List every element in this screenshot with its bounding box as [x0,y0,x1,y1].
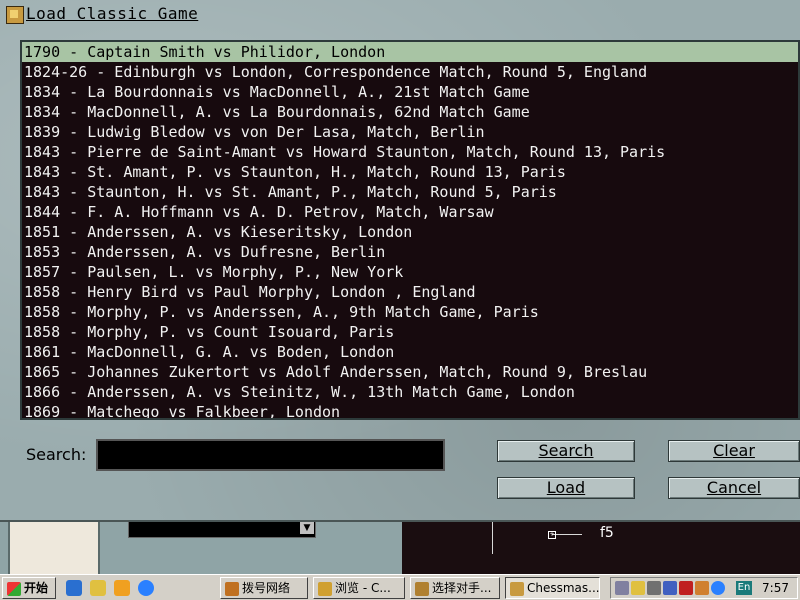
network-icon [225,581,239,596]
list-item[interactable]: 1869 - Matchego vs Falkbeer, London [22,402,798,418]
task-browse[interactable]: 浏览 - C... [313,577,405,599]
list-item[interactable]: 1844 - F. A. Hoffmann vs A. D. Petrov, M… [22,202,798,222]
arrow-icon[interactable] [663,581,677,595]
dialog-title: Load Classic Game [26,4,199,23]
search-button-label: Search [538,441,594,460]
start-label: 开始 [24,581,49,595]
folder-icon [318,581,332,596]
list-item[interactable]: 1858 - Morphy, P. vs Anderssen, A., 9th … [22,302,798,322]
list-item[interactable]: 1853 - Anderssen, A. vs Dufresne, Berlin [22,242,798,262]
tree-node-icon[interactable]: + [548,531,556,539]
list-item[interactable]: 1858 - Morphy, P. vs Count Isouard, Pari… [22,322,798,342]
list-item[interactable]: 1790 - Captain Smith vs Philidor, London [22,42,798,62]
list-item[interactable]: 1839 - Ludwig Bledow vs von Der Lasa, Ma… [22,122,798,142]
search-label: Search: [26,445,87,464]
chess-icon [510,581,524,596]
eye-icon[interactable] [138,580,154,596]
list-item[interactable]: 1834 - La Bourdonnais vs MacDonnell, A.,… [22,82,798,102]
list-item[interactable]: 1858 - Henry Bird vs Paul Morphy, London… [22,282,798,302]
task-label: 拨号网络 [242,581,291,595]
tree-line [552,534,582,535]
list-item[interactable]: 1824-26 - Edinburgh vs London, Correspon… [22,62,798,82]
system-tray: En 7:57 [610,577,798,599]
cancel-button[interactable]: Cancel [668,477,800,499]
background-left-panel [8,520,100,578]
language-indicator[interactable]: En [736,581,752,595]
search-input[interactable] [96,439,445,471]
list-item[interactable]: 1861 - MacDonnell, G. A. vs Boden, Londo… [22,342,798,362]
chess-icon [415,581,429,596]
task-label: 选择对手... [432,581,492,595]
list-item[interactable]: 1834 - MacDonnell, A. vs La Bourdonnais,… [22,102,798,122]
network-status-icon[interactable] [615,581,629,595]
pencil-icon[interactable] [631,581,645,595]
tool-icon[interactable] [695,581,709,595]
load-classic-game-dialog: Load Classic Game 1790 - Captain Smith v… [0,0,800,522]
search-button[interactable]: Search [497,440,635,462]
clear-button[interactable]: Clear [668,440,800,462]
windows-logo-icon [7,581,21,596]
lightning-icon[interactable] [114,580,130,596]
list-item[interactable]: 1843 - Staunton, H. vs St. Amant, P., Ma… [22,182,798,202]
notepad-icon[interactable] [90,580,106,596]
chevron-down-icon[interactable]: ▼ [300,522,314,534]
list-item[interactable]: 1866 - Anderssen, A. vs Steinitz, W., 13… [22,382,798,402]
load-button[interactable]: Load [497,477,635,499]
app-icon [6,6,24,24]
list-item[interactable]: 1843 - St. Amant, P. vs Staunton, H., Ma… [22,162,798,182]
taskbar: 开始 拨号网络 浏览 - C... 选择对手... Chessmas... En… [0,574,800,600]
clock[interactable]: 7:57 [762,581,789,595]
list-item[interactable]: 1843 - Pierre de Saint-Amant vs Howard S… [22,142,798,162]
load-button-label: Load [546,478,586,497]
task-chessmaster[interactable]: Chessmas... [505,577,600,599]
clear-button-label: Clear [713,441,755,460]
list-item[interactable]: 1857 - Paulsen, L. vs Morphy, P., New Yo… [22,262,798,282]
game-list[interactable]: 1790 - Captain Smith vs Philidor, London… [20,40,800,420]
cancel-button-label: Cancel [706,478,762,497]
move-label: f5 [600,525,614,541]
tree-line [492,520,493,554]
task-select-opponent[interactable]: 选择对手... [410,577,500,599]
eye-icon[interactable] [711,581,725,595]
background-combo-box[interactable]: ▼ [128,520,316,538]
start-button[interactable]: 开始 [2,577,56,599]
task-dialup[interactable]: 拨号网络 [220,577,308,599]
list-item[interactable]: 1865 - Johannes Zukertort vs Adolf Ander… [22,362,798,382]
volume-icon[interactable] [647,581,661,595]
task-label: Chessmas... [527,581,600,595]
list-item[interactable]: 1851 - Anderssen, A. vs Kieseritsky, Lon… [22,222,798,242]
ie-icon[interactable] [66,580,82,596]
task-label: 浏览 - C... [335,581,391,595]
title-bar[interactable]: Load Classic Game [0,0,800,28]
app-tray-icon[interactable] [679,581,693,595]
